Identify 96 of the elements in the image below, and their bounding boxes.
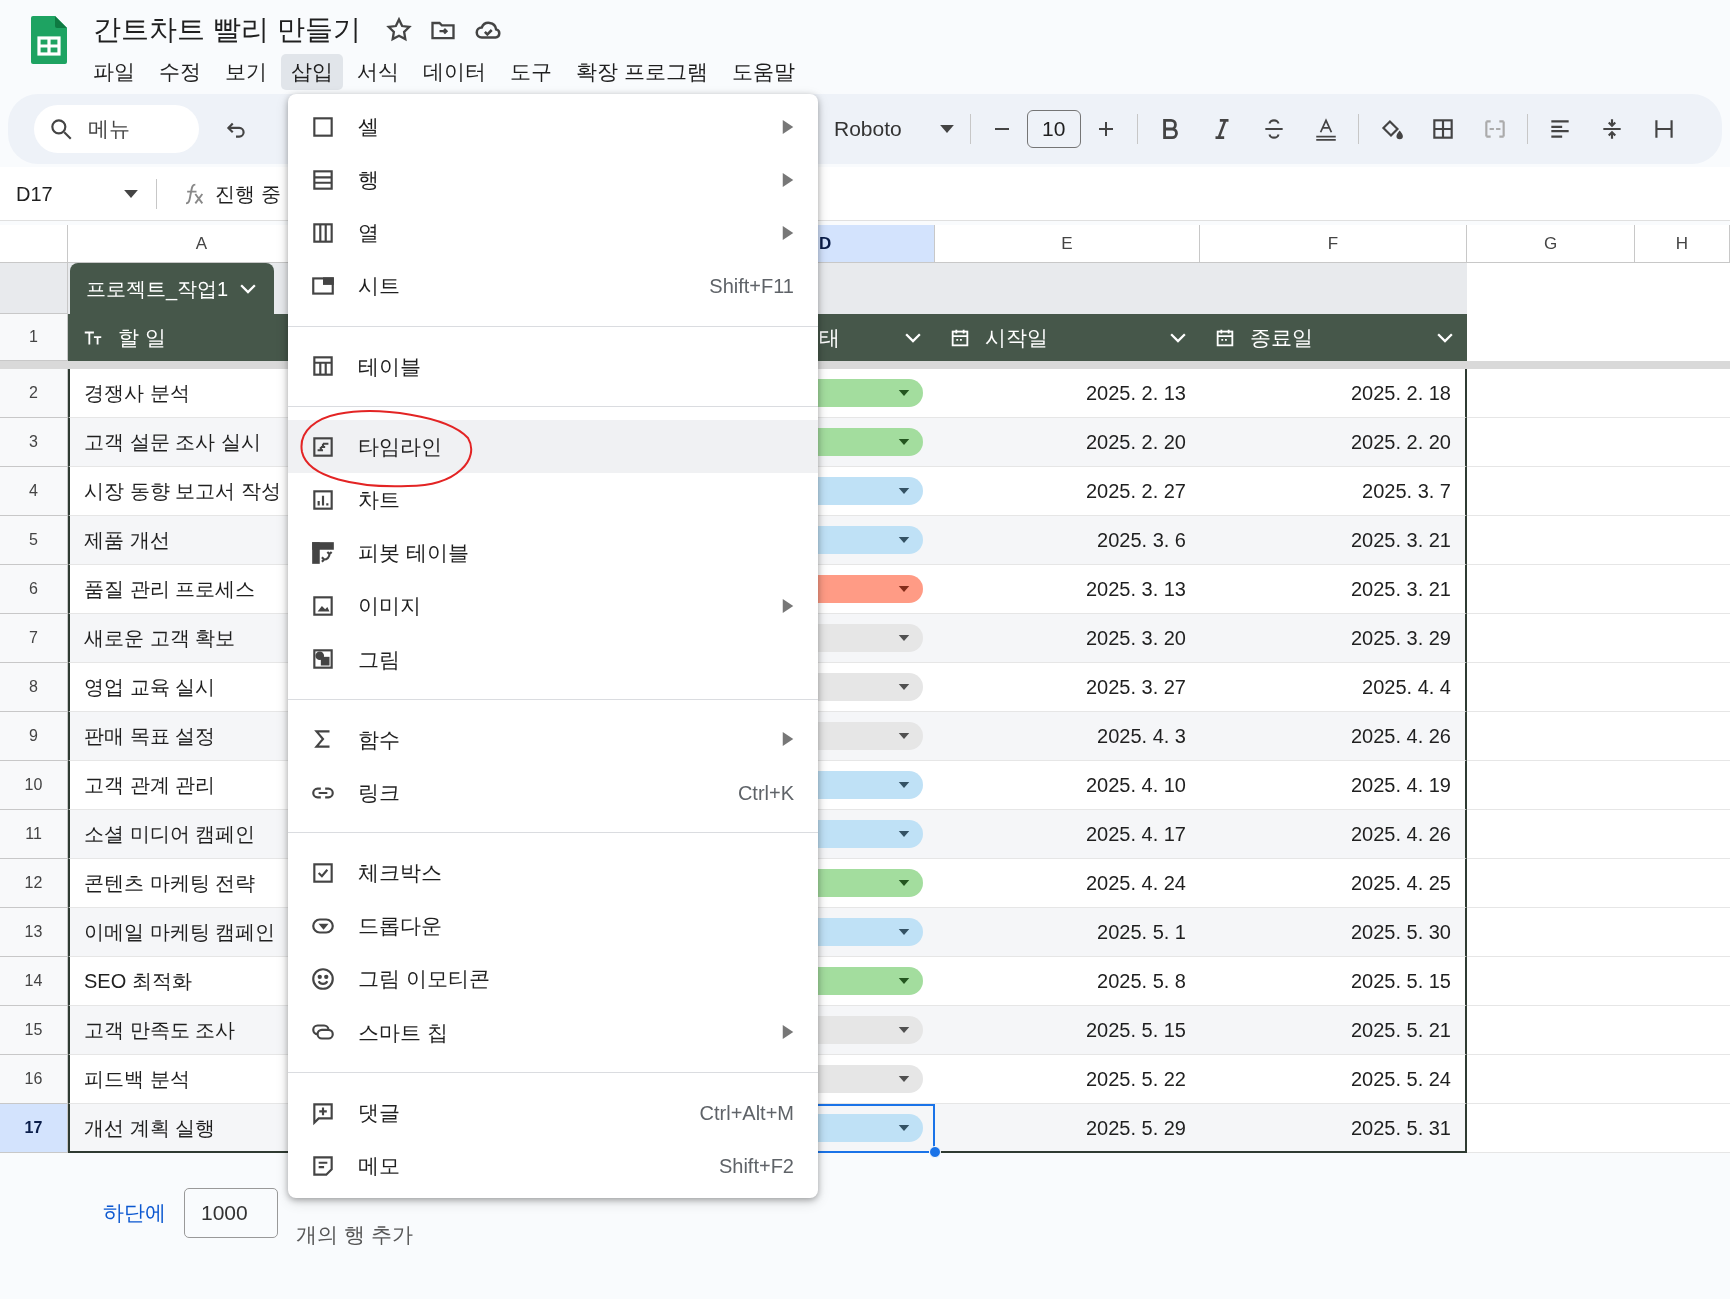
chevron-down-icon[interactable] (1437, 332, 1453, 343)
search-icon (48, 116, 74, 142)
add-rows-text: 개의 행 추가 (296, 1222, 413, 1248)
row-number: 5 (0, 516, 68, 565)
row-number: 13 (0, 908, 68, 957)
caret-icon (939, 125, 954, 133)
chevron-down-icon[interactable] (1170, 332, 1186, 343)
row-number: 3 (0, 418, 68, 467)
menu-bar-item[interactable]: 확장 프로그램 (566, 54, 718, 90)
menu-bar-item[interactable]: 보기 (215, 54, 277, 90)
menu-search-field[interactable]: 메뉴 (34, 105, 199, 153)
header-label: 시작일 (985, 324, 1048, 351)
menu-item[interactable]: 셀 (288, 100, 818, 154)
date-cell-text: 2025. 5. 21 (1350, 1018, 1451, 1043)
formula-text[interactable]: 진행 중 (215, 178, 281, 209)
column-header[interactable]: G (1467, 225, 1635, 263)
document-title[interactable]: 간트차트 빨리 만들기 (93, 10, 361, 50)
row-number: 14 (0, 957, 68, 1006)
date-cell-text: 2025. 4. 4 (1362, 675, 1451, 700)
column-header[interactable]: F (1200, 225, 1467, 263)
date-cell-text: 2025. 2. 18 (1350, 381, 1451, 406)
shortcut-text: Shift+F2 (718, 1153, 794, 1179)
row-number: 10 (0, 761, 68, 810)
smiley-icon (310, 966, 336, 993)
header-label: 종료일 (1250, 324, 1313, 351)
date-cell-text: 2025. 3. 21 (1350, 528, 1451, 553)
date-cell-text: 2025. 3. 13 (1085, 577, 1186, 602)
menu-item[interactable]: 행 (288, 153, 818, 207)
menu-bar-item[interactable]: 도구 (500, 54, 562, 90)
row-number: 7 (0, 614, 68, 663)
date-cell-text: 2025. 5. 1 (1097, 920, 1186, 945)
table-name-chip[interactable]: 프로젝트_작업1 (70, 263, 275, 314)
row-number: 12 (0, 859, 68, 908)
date-cell-text: 2025. 4. 26 (1350, 822, 1451, 847)
row-number: 6 (0, 565, 68, 614)
date-cell-text: 2025. 4. 10 (1085, 773, 1186, 798)
date-cell-text: 2025. 4. 17 (1085, 822, 1186, 847)
row-number: 4 (0, 467, 68, 516)
date-cell-text: 2025. 2. 20 (1085, 430, 1186, 455)
date-cell-text: 2025. 5. 29 (1085, 1115, 1186, 1141)
date-cell-text: 2025. 5. 30 (1350, 920, 1451, 945)
date-cell-text: 2025. 5. 31 (1350, 1115, 1451, 1141)
date-cell-text: 2025. 5. 15 (1350, 969, 1451, 994)
row-number: 11 (0, 810, 68, 859)
font-size-field[interactable]: 10 (1026, 110, 1081, 148)
menu-bar-item[interactable]: 삽입 (281, 54, 343, 90)
selection-handle[interactable] (929, 1146, 941, 1158)
date-cell-text: 2025. 2. 27 (1085, 479, 1186, 504)
row-number: 1 (0, 314, 68, 361)
shortcut-text: Shift+F11 (709, 274, 794, 300)
column-header[interactable]: H (1635, 225, 1730, 263)
caret-icon (124, 189, 138, 198)
header-label: 할 일 (118, 324, 166, 351)
date-cell-text: 2025. 4. 24 (1085, 871, 1186, 896)
menu-bar-item[interactable]: 수정 (149, 54, 211, 90)
column-header[interactable]: E (935, 225, 1200, 263)
date-cell-text: 2025. 2. 13 (1085, 381, 1186, 406)
menu-bar-item[interactable]: 서식 (347, 54, 409, 90)
row-number: 15 (0, 1006, 68, 1055)
table-header-cell[interactable]: 종료일 (1200, 314, 1467, 361)
row-number: 8 (0, 663, 68, 712)
row-number: 9 (0, 712, 68, 761)
date-cell-text: 2025. 2. 20 (1350, 430, 1451, 455)
menu-bar-item[interactable]: 파일 (83, 54, 145, 90)
date-cell-text: 2025. 3. 21 (1350, 577, 1451, 602)
menu-bar-item[interactable]: 도움말 (721, 54, 805, 90)
row-number: 16 (0, 1055, 68, 1104)
date-cell-text: 2025. 5. 22 (1085, 1067, 1186, 1092)
date-cell-text: 2025. 3. 20 (1085, 626, 1186, 651)
chevron-down-icon[interactable] (905, 332, 921, 343)
font-dropdown[interactable]: Roboto (834, 113, 954, 145)
header-label: 태 (819, 324, 840, 351)
date-cell-text: 2025. 3. 27 (1085, 675, 1186, 700)
row-number: 2 (0, 369, 68, 418)
chevron-down-icon[interactable] (240, 283, 257, 294)
table-header-cell[interactable]: 시작일 (935, 314, 1200, 361)
date-cell-text: 2025. 3. 7 (1362, 479, 1451, 504)
date-cell-text: 2025. 5. 8 (1097, 969, 1186, 994)
add-rows-link[interactable]: 하단에 (103, 1197, 166, 1229)
pivot-table-icon (310, 539, 336, 566)
shortcut-text: Ctrl+Alt+M (699, 1100, 794, 1126)
star-icon[interactable] (384, 16, 413, 44)
date-cell-text: 2025. 4. 3 (1097, 724, 1186, 749)
menu-bar-item[interactable]: 데이터 (413, 54, 496, 90)
date-cell-text: 2025. 4. 26 (1350, 724, 1451, 749)
date-cell-text: 2025. 5. 24 (1350, 1067, 1451, 1092)
date-cell-text: 2025. 4. 19 (1350, 773, 1451, 798)
row-count-field[interactable]: 1000 (184, 1187, 278, 1238)
row-number: 17 (0, 1104, 68, 1153)
date-cell-text: 2025. 3. 29 (1350, 626, 1451, 651)
menu-item[interactable]: 타임라인 (288, 419, 818, 474)
name-box[interactable]: D17 (0, 178, 150, 209)
shortcut-text: Ctrl+K (737, 780, 794, 806)
date-cell-text: 2025. 5. 15 (1085, 1018, 1186, 1043)
date-cell-text: 2025. 3. 6 (1097, 528, 1186, 553)
date-cell-text: 2025. 4. 25 (1350, 871, 1451, 896)
